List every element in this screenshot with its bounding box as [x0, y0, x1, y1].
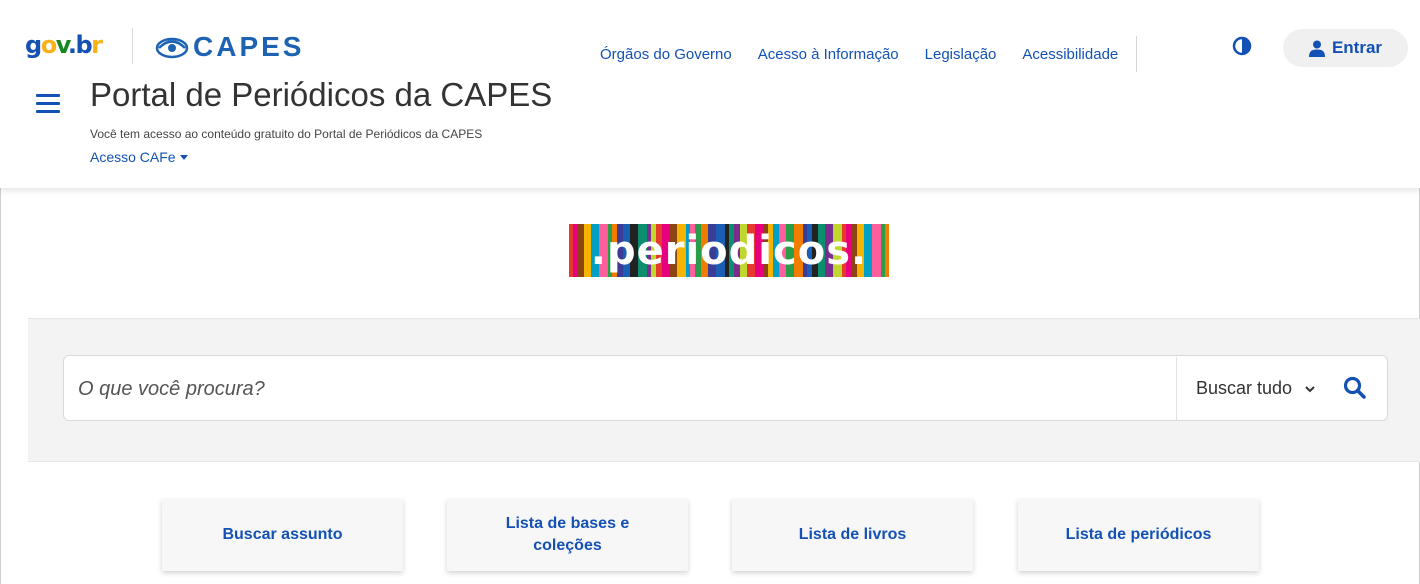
- periodicos-logo[interactable]: .periodicos.: [569, 224, 889, 277]
- search-bar: Buscar tudo: [63, 355, 1388, 421]
- login-label: Entrar: [1331, 38, 1383, 57]
- capes-logo[interactable]: CAPES: [155, 30, 304, 64]
- search-scope-label: Buscar tudo: [1196, 378, 1293, 398]
- caret-down-icon: [179, 154, 188, 160]
- user-icon: [1308, 40, 1325, 57]
- top-navigation: Órgãos do Governo Acesso à Informação Le…: [600, 36, 1147, 72]
- nav-divider: [1136, 36, 1138, 72]
- search-icon[interactable]: [1342, 375, 1368, 401]
- quick-link-bases-colecoes[interactable]: Lista de bases e coleções: [447, 499, 688, 571]
- search-scope-select[interactable]: Buscar tudo: [1196, 378, 1316, 399]
- menu-icon[interactable]: [36, 94, 60, 114]
- nav-link-legislacao[interactable]: Legislação: [925, 46, 997, 63]
- search-divider: [1176, 357, 1177, 421]
- quick-link-label: Buscar assunto: [222, 526, 343, 543]
- cafe-access-dropdown[interactable]: Acesso CAFe: [90, 149, 188, 165]
- nav-link-acessibilidade[interactable]: Acessibilidade: [1022, 46, 1118, 63]
- capes-wordmark: CAPES: [193, 31, 305, 62]
- quick-link-periodicos[interactable]: Lista de periódicos: [1018, 499, 1259, 571]
- contrast-icon[interactable]: [1232, 36, 1252, 56]
- quick-link-livros[interactable]: Lista de livros: [732, 499, 973, 571]
- chevron-down-icon: [1305, 385, 1315, 392]
- quick-link-label: Lista de bases e coleções: [505, 515, 630, 554]
- cafe-access-label: Acesso CAFe: [90, 149, 176, 165]
- search-input[interactable]: [78, 374, 1168, 404]
- quick-link-label: Lista de livros: [798, 526, 907, 543]
- quick-link-label: Lista de periódicos: [1065, 526, 1212, 543]
- access-notice: Você tem acesso ao conteúdo gratuito do …: [90, 127, 483, 141]
- login-button[interactable]: Entrar: [1283, 29, 1408, 67]
- nav-link-orgaos[interactable]: Órgãos do Governo: [600, 46, 732, 63]
- nav-link-acesso-informacao[interactable]: Acesso à Informação: [758, 46, 899, 63]
- capes-eye-icon: [155, 37, 189, 59]
- govbr-logo[interactable]: gov.br: [25, 31, 103, 59]
- page-title: Portal de Periódicos da CAPES: [90, 76, 553, 113]
- logo-divider: [132, 28, 133, 64]
- quick-link-buscar-assunto[interactable]: Buscar assunto: [162, 499, 403, 571]
- site-header: gov.br CAPES Órgãos do Governo Acesso à …: [0, 0, 1420, 188]
- periodicos-logo-text: .periodicos.: [590, 227, 868, 274]
